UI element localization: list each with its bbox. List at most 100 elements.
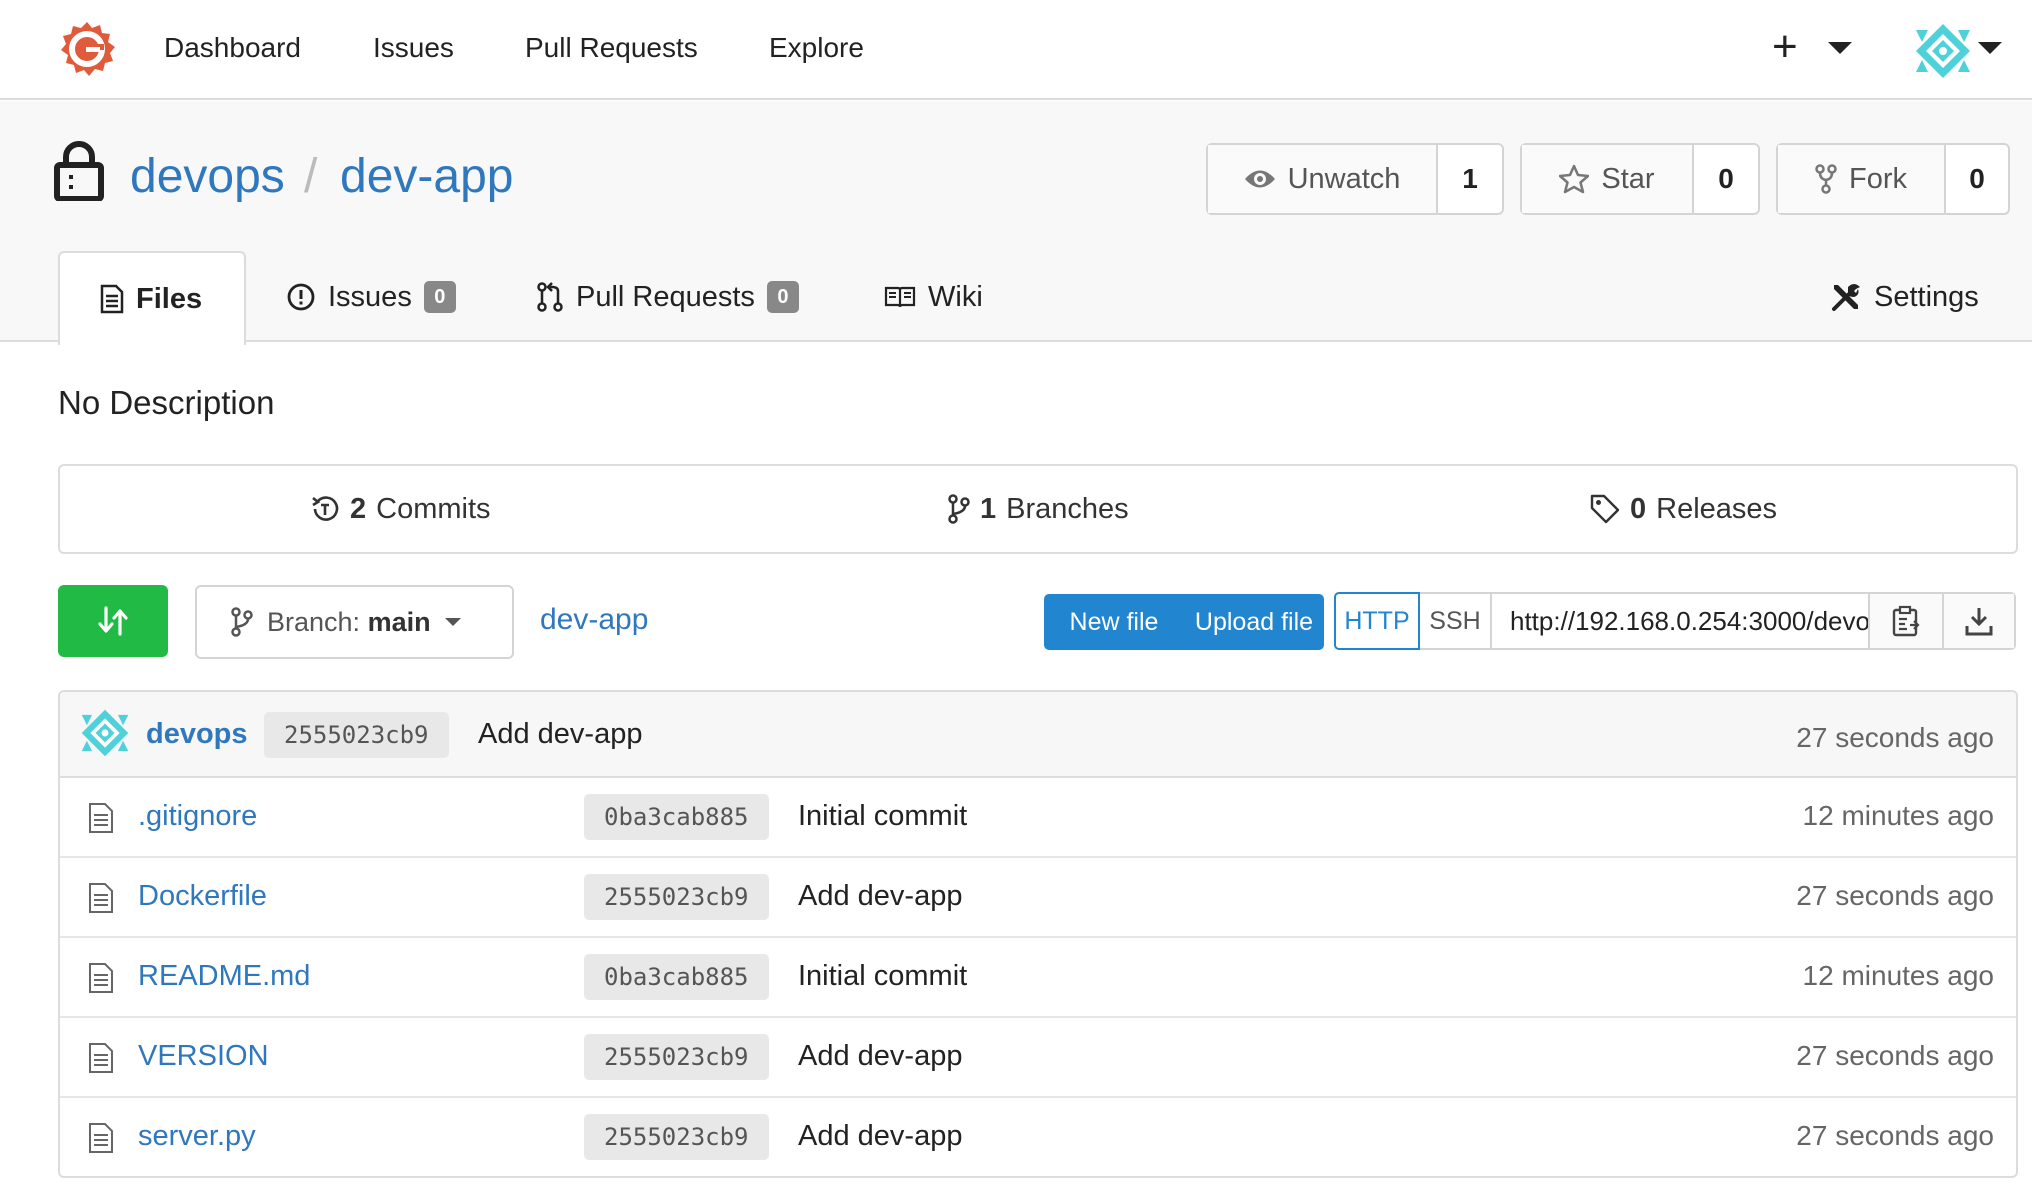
file-name-link[interactable]: VERSION — [138, 1040, 269, 1073]
repo-path-separator: / — [304, 150, 318, 203]
watch-button-group: Unwatch 1 — [1206, 143, 1504, 215]
tab-wiki[interactable]: Wiki — [884, 251, 983, 343]
file-commit-sha[interactable]: 0ba3cab885 — [584, 954, 769, 1000]
nav-explore[interactable]: Explore — [769, 28, 864, 68]
watchers-count[interactable]: 1 — [1438, 145, 1502, 213]
file-icon — [89, 963, 113, 993]
file-commit-message[interactable]: Add dev-app — [798, 1040, 962, 1073]
create-caret-icon[interactable] — [1828, 42, 1852, 54]
clipboard-icon — [1892, 605, 1920, 637]
forks-count[interactable]: 0 — [1946, 145, 2008, 213]
nav-issues[interactable]: Issues — [373, 28, 454, 68]
private-lock-icon — [54, 141, 104, 201]
tab-pull-requests[interactable]: Pull Requests 0 — [536, 251, 799, 343]
clone-url-input[interactable]: http://192.168.0.254:3000/devops/dev-app… — [1492, 594, 1870, 648]
star-button[interactable]: Star — [1522, 145, 1694, 213]
user-avatar[interactable] — [1914, 22, 1972, 80]
file-icon — [89, 1043, 113, 1073]
nav-pull-requests[interactable]: Pull Requests — [525, 28, 698, 68]
branch-name: main — [367, 606, 431, 637]
file-name-link[interactable]: server.py — [138, 1120, 256, 1153]
file-commit-message[interactable]: Add dev-app — [798, 880, 962, 913]
commits-count: 2 — [350, 492, 367, 525]
branches-count: 1 — [980, 492, 997, 525]
unwatch-button[interactable]: Unwatch — [1208, 145, 1438, 213]
download-archive-button[interactable] — [1942, 594, 2014, 648]
file-commit-message[interactable]: Initial commit — [798, 960, 967, 993]
commit-sha-link[interactable]: 2555023cb9 — [264, 712, 449, 758]
file-commit-sha[interactable]: 2555023cb9 — [584, 1114, 769, 1160]
top-navbar: Dashboard Issues Pull Requests Explore + — [0, 0, 2032, 100]
latest-commit-row: devops 2555023cb9 Add dev-app 27 seconds… — [60, 692, 2016, 778]
http-clone-button[interactable]: HTTP — [1334, 592, 1420, 650]
file-icon — [89, 1123, 113, 1153]
git-branch-icon — [948, 494, 970, 524]
issues-count-badge: 0 — [423, 281, 456, 313]
file-commit-sha[interactable]: 0ba3cab885 — [584, 794, 769, 840]
file-actions-group: New file Upload file — [1044, 594, 1324, 650]
file-commit-message[interactable]: Add dev-app — [798, 1120, 962, 1153]
commits-stat[interactable]: 2 Commits — [310, 466, 491, 552]
clone-url-group: HTTP SSH http://192.168.0.254:3000/devop… — [1334, 592, 2016, 650]
branches-label: Branches — [1006, 492, 1129, 525]
compare-sync-button[interactable] — [58, 585, 168, 657]
star-label: Star — [1601, 162, 1655, 195]
file-name-link[interactable]: Dockerfile — [138, 880, 267, 913]
author-avatar[interactable] — [80, 708, 130, 758]
sync-arrows-icon — [98, 606, 128, 636]
book-icon — [884, 286, 916, 308]
file-commit-time: 27 seconds ago — [1796, 880, 1994, 911]
fork-button-group: Fork 0 — [1776, 143, 2010, 215]
tab-settings[interactable]: Settings — [1830, 251, 1979, 343]
file-commit-time: 12 minutes ago — [1802, 960, 1994, 991]
fork-button[interactable]: Fork — [1778, 145, 1946, 213]
user-menu-caret-icon[interactable] — [1978, 42, 2002, 54]
dropdown-caret-icon — [444, 618, 461, 626]
tab-settings-label: Settings — [1874, 280, 1979, 313]
breadcrumb-repo-link[interactable]: dev-app — [540, 603, 648, 637]
branches-stat[interactable]: 1 Branches — [948, 466, 1129, 552]
table-row: server.py 2555023cb9 Add dev-app 27 seco… — [60, 1098, 2016, 1176]
fork-label: Fork — [1849, 162, 1907, 195]
file-commit-sha[interactable]: 2555023cb9 — [584, 874, 769, 920]
file-commit-time: 27 seconds ago — [1796, 1040, 1994, 1071]
upload-file-button[interactable]: Upload file — [1184, 608, 1324, 637]
repo-header: devops / dev-app Unwatch 1 Star 0 Fork 0… — [0, 101, 2032, 345]
tab-files[interactable]: Files — [58, 251, 246, 345]
fork-icon — [1815, 164, 1837, 194]
gogs-logo-icon[interactable] — [58, 20, 116, 78]
stars-count[interactable]: 0 — [1694, 145, 1758, 213]
releases-stat[interactable]: 0 Releases — [1590, 466, 1777, 552]
tab-issues[interactable]: Issues 0 — [286, 251, 456, 343]
table-row: VERSION 2555023cb9 Add dev-app 27 second… — [60, 1018, 2016, 1098]
releases-label: Releases — [1656, 492, 1778, 525]
file-name-link[interactable]: README.md — [138, 960, 310, 993]
file-name-link[interactable]: .gitignore — [138, 800, 257, 833]
repo-name-link[interactable]: dev-app — [340, 147, 513, 207]
releases-count: 0 — [1630, 492, 1647, 525]
table-row: .gitignore 0ba3cab885 Initial commit 12 … — [60, 778, 2016, 858]
file-commit-sha[interactable]: 2555023cb9 — [584, 1034, 769, 1080]
download-icon — [1965, 608, 1993, 636]
file-commit-message[interactable]: Initial commit — [798, 800, 967, 833]
new-file-button[interactable]: New file — [1044, 608, 1184, 637]
tools-icon — [1832, 284, 1860, 311]
file-commit-time: 12 minutes ago — [1802, 800, 1994, 831]
branch-prefix: Branch: — [267, 606, 361, 637]
star-button-group: Star 0 — [1520, 143, 1760, 215]
unwatch-label: Unwatch — [1287, 162, 1401, 195]
create-new-button[interactable]: + — [1772, 22, 1798, 72]
tag-icon — [1590, 494, 1620, 524]
commit-time: 27 seconds ago — [1796, 722, 1994, 753]
table-row: README.md 0ba3cab885 Initial commit 12 m… — [60, 938, 2016, 1018]
tab-issues-label: Issues — [328, 280, 412, 313]
file-icon — [89, 883, 113, 913]
nav-dashboard[interactable]: Dashboard — [164, 28, 301, 68]
branch-dropdown[interactable]: Branch: main — [195, 585, 514, 659]
ssh-clone-button[interactable]: SSH — [1420, 594, 1492, 648]
star-icon — [1559, 164, 1590, 194]
commit-author-link[interactable]: devops — [146, 718, 248, 751]
repo-owner-link[interactable]: devops — [130, 147, 285, 207]
copy-url-button[interactable] — [1870, 594, 1942, 648]
commits-label: Commits — [376, 492, 491, 525]
